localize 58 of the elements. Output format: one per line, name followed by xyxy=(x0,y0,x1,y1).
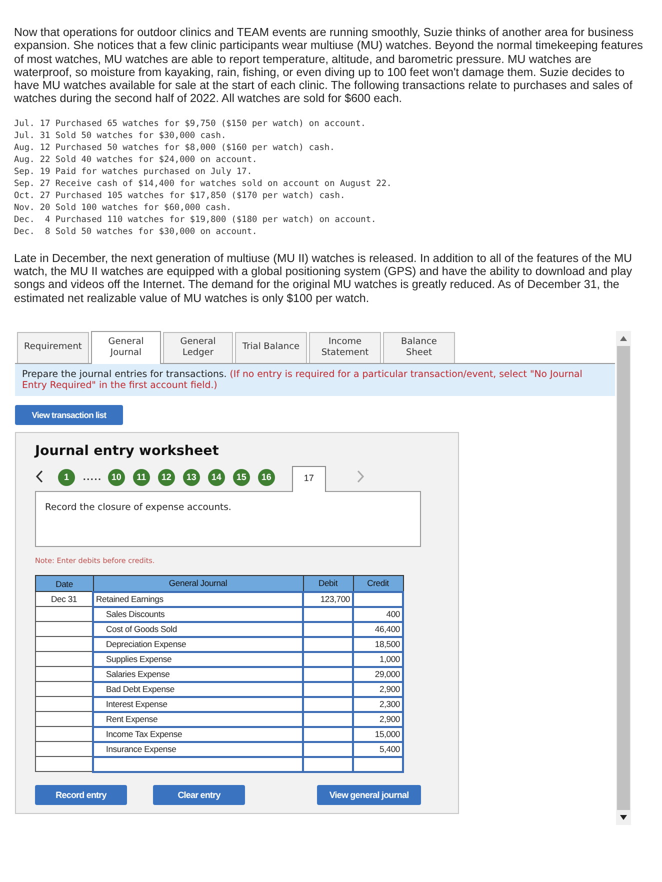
column-header: Debit xyxy=(303,575,353,592)
closing-paragraph: Late in December, the next generation of multiuse (MU II) watches is released. In addition to all of the features of the MU watch, the MU II watches are equipped with a global positioning system (GPS) and have the ability to download and play songs and videos off the Internet. The demand for the original MU watches is greatly reduced. As of December 31, the estimated net realizable value of MU watches is only $100 per watch. xyxy=(14,252,634,305)
column-header: Credit xyxy=(353,575,403,592)
date-cell xyxy=(36,726,93,742)
transaction-line: Dec. 8 Sold 50 watches for $30,000 on account. xyxy=(14,226,258,238)
transaction-line: Oct. 27 Purchased 105 watches for $17,850 ($170 per watch) cash. xyxy=(14,190,346,202)
intro-paragraph: Now that operations for outdoor clinics and TEAM events are running smoothly, Suzie thinks of another area for business expansion. She notices that a few clinic participants wear multiuse (MU) watches. Beyond the normal timekeeping features of most watches, MU watches are able to report temperature, altitude, and barometric pressure. MU watches are waterproof, so moisture from kayaking, rain, fishing, or even diving up to 100 feet won't damage them. Suzie decides to have MU watches available for sale at the start of each clinic. The following transactions relate to purchases and sales of watches during the second half of 2022. All watches are sold for $600 each. xyxy=(14,26,644,106)
column-header: Date xyxy=(36,575,93,592)
scroll-down-icon[interactable] xyxy=(620,814,627,820)
date-cell xyxy=(36,742,93,757)
view-transaction-list-button[interactable]: View transaction list xyxy=(15,404,123,425)
scrollbar[interactable] xyxy=(616,330,631,825)
worksheet-title: Journal entry worksheet xyxy=(35,442,220,459)
credit-field[interactable] xyxy=(353,592,403,607)
step-button[interactable]: 17 xyxy=(292,466,326,492)
step-button[interactable]: 16 xyxy=(258,468,275,486)
instruction-text: Prepare the journal entries for transactions. (If no entry is required for a particular transaction/event, select "No Journal Entry Required" in the first account field.) xyxy=(15,364,615,396)
date-cell: Dec 31 xyxy=(36,592,93,607)
account-field[interactable]: Retained Earnings xyxy=(93,592,303,607)
date-cell xyxy=(36,712,93,727)
ellipsis: ..... xyxy=(83,472,102,483)
date-cell xyxy=(36,622,93,637)
date-cell xyxy=(36,606,93,622)
date-cell xyxy=(36,636,93,652)
date-cell xyxy=(36,696,93,712)
step-button[interactable]: 10 xyxy=(108,468,125,486)
previous-icon[interactable] xyxy=(35,470,44,483)
date-cell xyxy=(36,666,93,682)
clear-entry-button[interactable]: Clear entry xyxy=(153,784,245,805)
transaction-line: Jul. 17 Purchased 65 watches for $9,750 ($150 per watch) on account. xyxy=(14,118,367,130)
tab[interactable]: Requirement xyxy=(17,332,89,363)
view-general-journal-button[interactable]: View general journal xyxy=(317,784,421,805)
step-button[interactable]: 15 xyxy=(232,468,250,486)
record-entry-button[interactable]: Record entry xyxy=(35,784,127,805)
transaction-line: Jul. 31 Sold 50 watches for $30,000 cash. xyxy=(14,130,228,142)
transaction-line: Aug. 22 Sold 40 watches for $24,000 on account. xyxy=(14,154,258,166)
transaction-line: Sep. 27 Receive cash of $14,400 for watches sold on account on August 22. xyxy=(14,178,393,190)
tab[interactable]: General Ledger xyxy=(163,332,233,363)
tab[interactable]: Balance Sheet xyxy=(383,332,455,363)
column-header: General Journal xyxy=(93,575,303,592)
date-cell xyxy=(36,756,93,772)
date-cell xyxy=(36,682,93,697)
debit-field[interactable]: 123,700 xyxy=(303,592,353,607)
step-button[interactable]: 11 xyxy=(132,468,150,486)
step-button[interactable]: 13 xyxy=(182,468,200,486)
transaction-line: Nov. 20 Sold 100 watches for $60,000 cash. xyxy=(14,202,232,214)
step-button[interactable]: 1 xyxy=(58,468,75,486)
scroll-up-icon[interactable] xyxy=(620,336,627,341)
date-cell xyxy=(36,652,93,667)
transaction-line: Aug. 12 Purchased 50 watches for $8,000 ($160 per watch) cash. xyxy=(14,142,336,154)
transaction-line: Sep. 19 Paid for watches purchased on July 17. xyxy=(14,166,253,178)
step-button[interactable]: 12 xyxy=(158,468,175,486)
step-button[interactable]: 14 xyxy=(208,468,225,486)
entry-description: Record the closure of expense accounts. xyxy=(35,490,421,547)
tab[interactable]: General Journal xyxy=(91,330,161,364)
tab[interactable]: Trial Balance xyxy=(235,332,307,363)
tab[interactable]: Income Statement xyxy=(309,332,381,363)
transaction-line: Dec. 4 Purchased 110 watches for $19,800 ($180 per watch) on account. xyxy=(14,214,378,226)
